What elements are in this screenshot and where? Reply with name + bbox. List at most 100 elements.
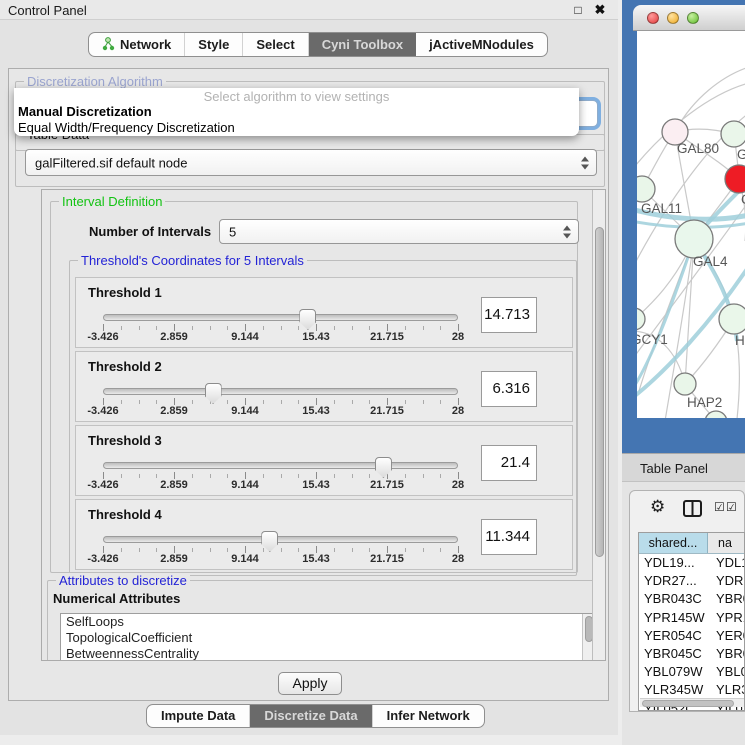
threshold-value-field[interactable]: 21.4 bbox=[481, 445, 537, 481]
slider-thumb[interactable] bbox=[261, 531, 278, 552]
cell-shared-name[interactable]: YDR27... bbox=[639, 572, 708, 590]
threshold-value-field[interactable]: 14.713 bbox=[481, 297, 537, 333]
slider-tick bbox=[298, 548, 299, 552]
tab-select[interactable]: Select bbox=[243, 33, 308, 56]
mac-zoom-icon[interactable] bbox=[687, 12, 699, 24]
checkbox-icon[interactable]: ☑ bbox=[714, 500, 725, 514]
bottom-tab-impute-data[interactable]: Impute Data bbox=[147, 705, 250, 727]
table-data-combobox[interactable]: galFiltered.sif default node bbox=[25, 149, 597, 176]
threshold-value-field[interactable]: 11.344 bbox=[481, 519, 537, 555]
window-title: Control Panel bbox=[8, 3, 87, 18]
close-icon[interactable]: ✖ bbox=[592, 2, 608, 18]
cell-name[interactable]: YPR1 bbox=[708, 609, 744, 627]
cell-shared-name[interactable]: YBR043C bbox=[639, 590, 708, 608]
apply-button[interactable]: Apply bbox=[278, 672, 342, 695]
cell-name[interactable]: YBL0 bbox=[708, 663, 744, 681]
list-item[interactable]: SelfLoops bbox=[61, 614, 594, 630]
cell-name[interactable]: YDL1 bbox=[708, 554, 744, 572]
number-of-intervals-combobox[interactable]: 5 bbox=[219, 219, 579, 244]
list-item[interactable]: TopologicalCoefficient bbox=[61, 630, 594, 646]
table-row[interactable]: YDR27...YDR2 bbox=[639, 572, 744, 590]
slider-tick bbox=[440, 474, 441, 478]
slider-tick bbox=[458, 398, 459, 405]
slider-track[interactable] bbox=[103, 536, 458, 543]
network-node-hap2[interactable] bbox=[674, 373, 696, 395]
slider-tick bbox=[156, 400, 157, 404]
slider-tick bbox=[210, 548, 211, 552]
slider-tick bbox=[423, 400, 424, 404]
slider-thumb[interactable] bbox=[205, 383, 222, 404]
table-panel-title: Table Panel bbox=[640, 461, 708, 476]
cell-shared-name[interactable]: YLR345W bbox=[639, 681, 708, 699]
cell-shared-name[interactable]: YBR045C bbox=[639, 645, 708, 663]
network-node-gal4[interactable] bbox=[675, 220, 713, 258]
slider-tick bbox=[103, 472, 104, 479]
threshold-value-field[interactable]: 6.316 bbox=[481, 371, 537, 407]
bottom-tab-discretize-data[interactable]: Discretize Data bbox=[250, 705, 372, 727]
slider-tick bbox=[369, 326, 370, 330]
threshold-title: Threshold 1 bbox=[88, 285, 162, 300]
slider-tick bbox=[423, 326, 424, 330]
top-tab-bar: NetworkStyleSelectCyni ToolboxjActiveMNo… bbox=[88, 32, 548, 57]
slider-tick bbox=[121, 326, 122, 330]
bottom-tab-bar: Impute DataDiscretize DataInfer Network bbox=[146, 704, 485, 728]
interval-definition-label: Interval Definition bbox=[59, 194, 165, 209]
threshold-card: Threshold 4-3.4262.8599.14415.4321.71528… bbox=[75, 499, 573, 570]
slider-track[interactable] bbox=[103, 314, 458, 321]
cell-shared-name[interactable]: YER054C bbox=[639, 627, 708, 645]
slider-tick bbox=[316, 546, 317, 553]
table-row[interactable]: YDL19...YDL1 bbox=[639, 554, 744, 572]
slider-track[interactable] bbox=[103, 388, 458, 395]
slider-tick bbox=[245, 324, 246, 331]
table-row[interactable]: YBR045CYBR0 bbox=[639, 645, 744, 663]
cell-name[interactable]: YLR3 bbox=[708, 681, 744, 699]
cell-name[interactable]: YDR2 bbox=[708, 572, 744, 590]
network-canvas[interactable]: GAL80GACGAL11GAL4GCY1HHAP2 bbox=[637, 31, 745, 418]
network-node-h[interactable] bbox=[719, 304, 745, 334]
tab-cyni-toolbox[interactable]: Cyni Toolbox bbox=[309, 33, 416, 56]
bottom-tab-infer-network[interactable]: Infer Network bbox=[373, 705, 484, 727]
algorithm-option-manual[interactable]: Manual Discretization bbox=[18, 104, 152, 119]
network-window-titlebar bbox=[633, 5, 745, 31]
spinner-arrows-icon bbox=[563, 225, 571, 238]
slider-tick bbox=[334, 548, 335, 552]
columns-icon[interactable] bbox=[683, 500, 702, 522]
network-view-window: GAL80GACGAL11GAL4GCY1HHAP2 bbox=[622, 0, 745, 453]
cell-name[interactable]: YBR0 bbox=[708, 590, 744, 608]
table-row[interactable]: YLR345WYLR3 bbox=[639, 681, 744, 699]
mac-minimize-icon[interactable] bbox=[667, 12, 679, 24]
cell-name[interactable]: YER0 bbox=[708, 627, 744, 645]
gear-icon[interactable]: ⚙ bbox=[650, 498, 665, 516]
cell-name[interactable]: YBR0 bbox=[708, 645, 744, 663]
table-row[interactable]: YBL079WYBL0 bbox=[639, 663, 744, 681]
slider-tick bbox=[387, 546, 388, 553]
float-window-icon[interactable]: □ bbox=[570, 2, 586, 18]
slider-tick bbox=[263, 326, 264, 330]
cell-shared-name[interactable]: YBL079W bbox=[639, 663, 708, 681]
horizontal-scrollbar[interactable] bbox=[640, 698, 745, 707]
network-node-label: GAL4 bbox=[693, 254, 728, 269]
mac-close-icon[interactable] bbox=[647, 12, 659, 24]
panel-scrollbar[interactable] bbox=[592, 190, 605, 660]
tab-style[interactable]: Style bbox=[185, 33, 243, 56]
column-header-name[interactable]: na bbox=[708, 533, 744, 553]
slider-thumb[interactable] bbox=[299, 309, 316, 330]
cell-shared-name[interactable]: YPR145W bbox=[639, 609, 708, 627]
checkbox-icon[interactable]: ☑ bbox=[726, 500, 737, 514]
tab-network[interactable]: Network bbox=[89, 33, 185, 56]
slider-tick bbox=[121, 400, 122, 404]
cell-shared-name[interactable]: YDL19... bbox=[639, 554, 708, 572]
table-row[interactable]: YBR043CYBR0 bbox=[639, 590, 744, 608]
table-row[interactable]: YER054CYER0 bbox=[639, 627, 744, 645]
table-row[interactable]: YPR145WYPR1 bbox=[639, 609, 744, 627]
slider-tick bbox=[405, 400, 406, 404]
column-header-shared-name[interactable]: shared... bbox=[639, 533, 708, 553]
slider-tick-label: -3.426 bbox=[63, 331, 143, 343]
list-item[interactable]: BetweennessCentrality bbox=[61, 646, 594, 661]
network-node-ga[interactable] bbox=[721, 121, 745, 147]
slider-thumb[interactable] bbox=[375, 457, 392, 478]
slider-tick-label: 21.715 bbox=[347, 479, 427, 491]
algorithm-option-equal-width[interactable]: Equal Width/Frequency Discretization bbox=[18, 120, 235, 135]
tab-jactivemnodules[interactable]: jActiveMNodules bbox=[416, 33, 547, 56]
slider-track[interactable] bbox=[103, 462, 458, 469]
